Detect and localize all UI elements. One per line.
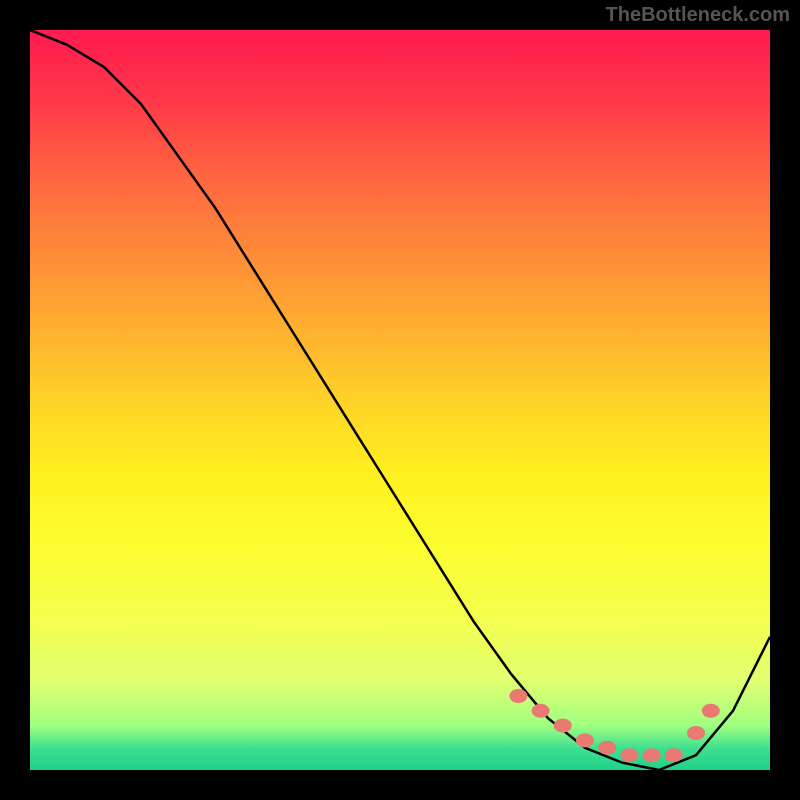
marker-dot: [509, 689, 527, 703]
curve-svg: [30, 30, 770, 770]
marker-dot: [702, 704, 720, 718]
marker-dot: [576, 733, 594, 747]
plot-area: [30, 30, 770, 770]
marker-dot: [598, 741, 616, 755]
optimal-zone-markers-group: [509, 689, 719, 762]
marker-dot: [554, 719, 572, 733]
bottleneck-curve-path: [30, 30, 770, 770]
watermark-text: TheBottleneck.com: [606, 4, 790, 27]
marker-dot: [687, 726, 705, 740]
marker-dot: [620, 748, 638, 762]
marker-dot: [665, 748, 683, 762]
marker-dot: [532, 704, 550, 718]
marker-dot: [643, 748, 661, 762]
